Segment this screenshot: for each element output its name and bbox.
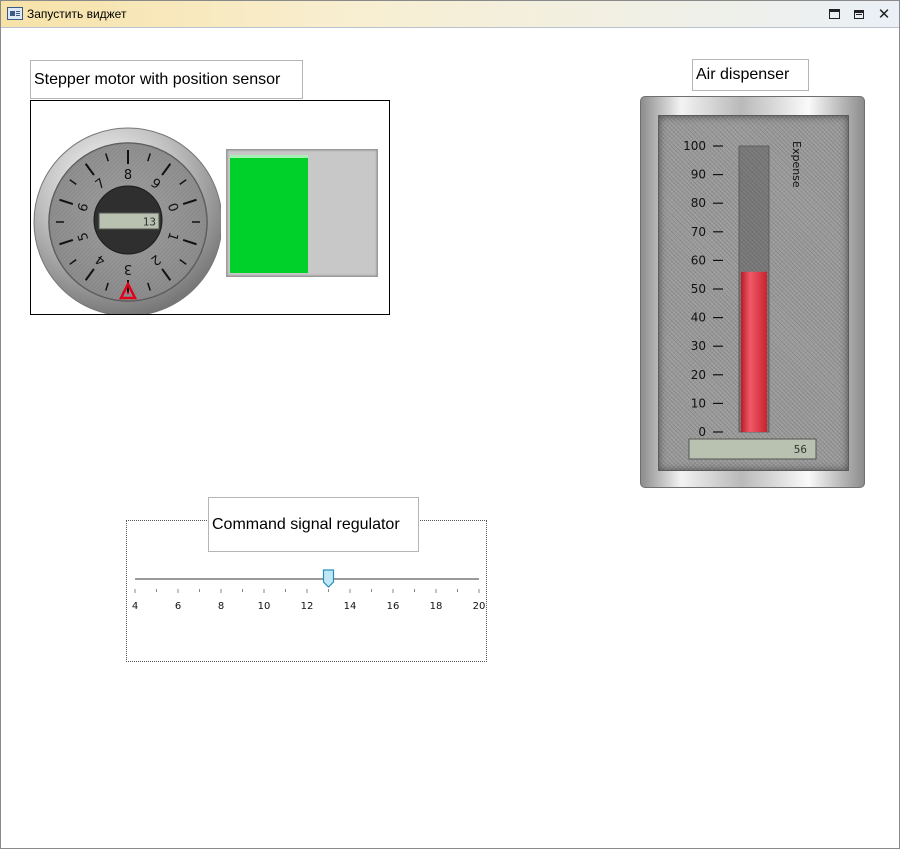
gauge-tick-label: 30 [691,339,706,353]
slider-tick-label: 14 [344,601,357,612]
stepper-motor-label-text: Stepper motor with position sensor [34,70,281,88]
gauge-tick-label: 70 [691,225,706,239]
gauge-tick-label: 80 [691,196,706,210]
slider-tick-label: 10 [258,601,271,612]
dial-number: 8 [124,168,132,183]
dial-number: 3 [124,261,132,276]
gauge-tick-label: 0 [698,425,706,439]
gauge-axis-label: Expense [790,141,803,188]
gauge-tick-label: 20 [691,368,706,382]
stepper-motor-label: Stepper motor with position sensor [30,60,303,99]
dial-readout: 13 [143,216,156,229]
app-window-icon [7,7,23,20]
slider-tick-label: 18 [430,601,443,612]
gauge-level-fill [741,271,767,432]
title-bar[interactable]: Запустить виджет ✕ [1,1,899,28]
gauge-value: 56 [794,443,807,456]
gauge-tick-label: 90 [691,168,706,182]
gauge-tick-label: 100 [683,139,706,153]
slider-tick-label: 8 [218,601,224,612]
slider-tick-label: 20 [473,601,486,612]
restore-button[interactable] [850,5,868,23]
gauge-tick-label: 50 [691,282,706,296]
position-bar-fill [230,155,308,273]
stepper-dial: 8901234567 13 [33,127,221,314]
gauge-scale: 1009080706050403020100 Expense 56 [683,139,817,460]
gauge-face: 100 90 80 70 60 50 40 30 20 10 0 Expense 56 [658,115,849,471]
air-dispenser-gauge: 100 90 80 70 60 50 40 30 20 10 0 Expense 56 [640,96,865,488]
slider-thumb[interactable] [322,569,335,588]
gauge-tick-label: 60 [691,253,706,267]
slider-tick-label: 6 [175,601,181,612]
gauge-tick-label: 10 [691,396,706,410]
window-title: Запустить виджет [27,7,127,21]
slider-tick-label: 16 [387,601,400,612]
restore-icon [854,9,864,19]
command-signal-label: Command signal regulator [208,497,419,552]
stepper-motor-widget: 8901234567 13 [30,100,390,315]
close-button[interactable]: ✕ [875,5,893,23]
air-dispenser-label: Air dispenser [692,59,809,91]
gauge-tick-label: 40 [691,311,706,325]
maximize-button[interactable] [825,5,843,23]
air-dispenser-label-text: Air dispenser [696,66,790,83]
slider-tick-label: 12 [301,601,314,612]
maximize-icon [828,9,840,19]
slider-tick-label: 4 [132,601,138,612]
position-bar-indicator [226,149,378,277]
close-icon: ✕ [877,6,891,23]
command-signal-label-text: Command signal regulator [212,515,400,533]
